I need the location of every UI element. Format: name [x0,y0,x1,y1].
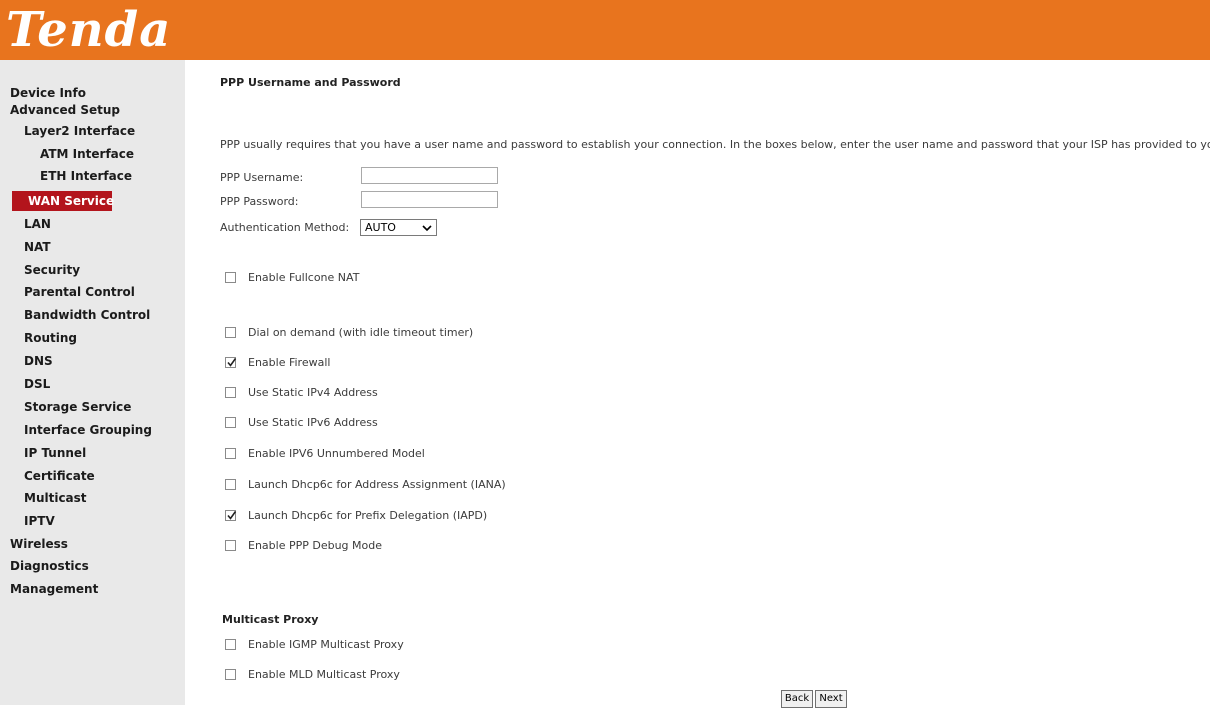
nav-advanced-setup[interactable]: Advanced Setup [10,100,120,120]
multicast-proxy-title: Multicast Proxy [222,613,319,626]
ppp-username-input[interactable] [361,167,498,184]
option-label: Enable IGMP Multicast Proxy [248,638,404,651]
static-ipv4-checkbox[interactable] [225,387,236,398]
option-label: Enable PPP Debug Mode [248,539,383,552]
chevron-down-icon [422,225,432,232]
nav-iptv[interactable]: IPTV [24,511,55,531]
sidebar-nav: Device Info Advanced Setup Layer2 Interf… [0,60,185,705]
ppp-debug-checkbox[interactable] [225,540,236,551]
option-label: Dial on demand (with idle timeout timer) [248,326,474,339]
ppp-username-label: PPP Username: [220,171,304,184]
nav-management[interactable]: Management [10,579,98,599]
nav-dsl[interactable]: DSL [24,374,50,394]
option-label: Enable IPV6 Unnumbered Model [248,447,425,460]
nav-layer2-interface[interactable]: Layer2 Interface [24,121,135,141]
option-label: Use Static IPv6 Address [248,416,378,429]
option-label: Use Static IPv4 Address [248,386,378,399]
ipv6-unnumbered-checkbox[interactable] [225,448,236,459]
nav-multicast[interactable]: Multicast [24,488,87,508]
checkmark-icon [227,358,237,367]
nav-wan-service[interactable]: WAN Service [12,191,114,211]
dhcp6c-iana-checkbox[interactable] [225,479,236,490]
nav-atm-interface[interactable]: ATM Interface [40,144,134,164]
nav-wireless[interactable]: Wireless [10,534,68,554]
fullcone-nat-checkbox[interactable] [225,272,236,283]
section-title: PPP Username and Password [220,76,401,89]
next-button[interactable]: Next [815,690,847,708]
main-content: PPP Username and Password PPP usually re… [185,60,1210,708]
nav-dns[interactable]: DNS [24,351,53,371]
dhcp6c-iapd-checkbox[interactable] [225,510,237,521]
static-ipv6-checkbox[interactable] [225,417,236,428]
nav-certificate[interactable]: Certificate [24,466,95,486]
nav-nat[interactable]: NAT [24,237,51,257]
option-label: Enable Firewall [248,356,331,369]
auth-method-value: AUTO [365,221,396,234]
auth-method-select[interactable]: AUTO [360,219,437,236]
option-label: Launch Dhcp6c for Prefix Delegation (IAP… [248,509,488,522]
ppp-password-label: PPP Password: [220,195,299,208]
enable-firewall-checkbox[interactable] [225,357,237,368]
mld-proxy-checkbox[interactable] [225,669,236,680]
checkmark-icon [227,511,237,520]
auth-method-label: Authentication Method: [220,221,350,234]
nav-bandwidth-control[interactable]: Bandwidth Control [24,305,150,325]
nav-parental-control[interactable]: Parental Control [24,282,135,302]
option-label: Enable MLD Multicast Proxy [248,668,400,681]
nav-interface-grouping[interactable]: Interface Grouping [24,420,152,440]
option-label: Enable Fullcone NAT [248,271,360,284]
header-bar: Tenda [0,0,1210,60]
nav-routing[interactable]: Routing [24,328,77,348]
igmp-proxy-checkbox[interactable] [225,639,236,650]
nav-diagnostics[interactable]: Diagnostics [10,556,89,576]
ppp-password-input[interactable] [361,191,498,208]
dial-on-demand-checkbox[interactable] [225,327,236,338]
option-label: Launch Dhcp6c for Address Assignment (IA… [248,478,506,491]
nav-ip-tunnel[interactable]: IP Tunnel [24,443,86,463]
nav-storage-service[interactable]: Storage Service [24,397,131,417]
nav-security[interactable]: Security [24,260,80,280]
back-button[interactable]: Back [781,690,813,708]
nav-eth-interface[interactable]: ETH Interface [40,166,132,186]
tenda-logo: Tenda [6,2,172,58]
description-text: PPP usually requires that you have a use… [220,138,1210,151]
nav-lan[interactable]: LAN [24,214,51,234]
